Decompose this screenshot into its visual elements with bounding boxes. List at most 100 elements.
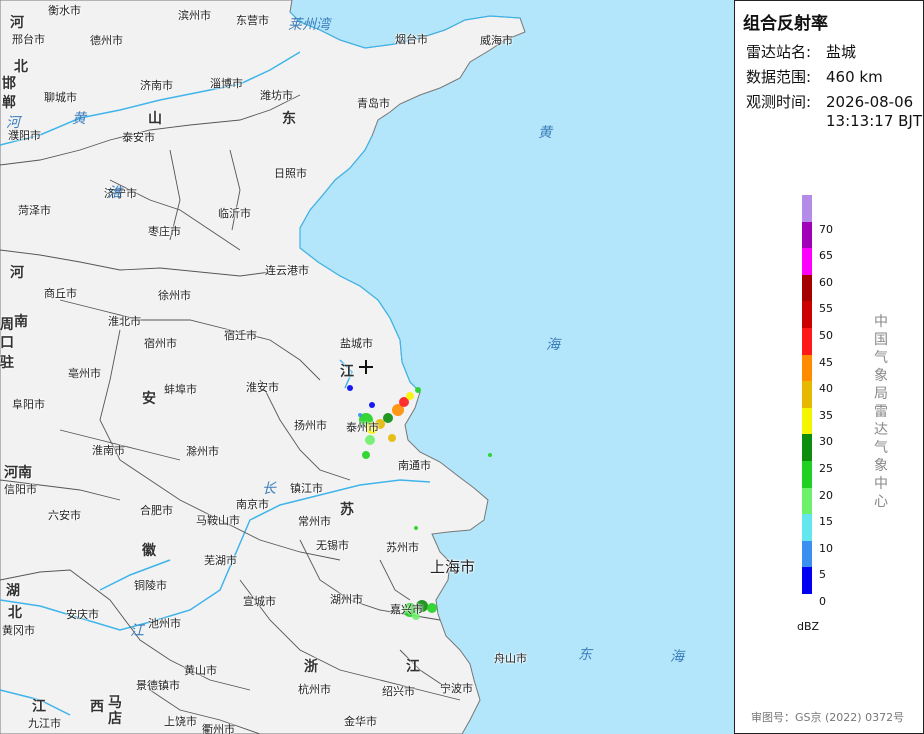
city-label: 黄山市 — [184, 664, 217, 677]
map-approval-number: 审图号：GS京 (2022) 0372号 — [751, 711, 905, 724]
city-label: 烟台市 — [395, 33, 428, 46]
legend-tick: 70 — [819, 222, 833, 236]
legend-tick: 65 — [819, 249, 833, 263]
city-label: 信阳市 — [4, 483, 37, 496]
echo-cell — [488, 453, 492, 457]
province-label: 河南 — [4, 465, 32, 481]
city-label: 南京市 — [236, 498, 269, 511]
city-label: 景德镇市 — [136, 679, 180, 692]
city-label: 济南市 — [140, 79, 173, 92]
time-date: 2026-08-06 — [826, 93, 914, 111]
legend-swatch — [802, 434, 812, 461]
city-label: 九江市 — [28, 717, 61, 730]
province-label: 南 — [14, 314, 28, 330]
legend-tick: 5 — [819, 568, 826, 582]
water-label: 淮 — [108, 185, 122, 201]
province-label: 北 — [8, 605, 22, 621]
city-label: 泰州市 — [346, 421, 379, 434]
water-label: 海 — [670, 649, 684, 665]
legend-swatch — [802, 248, 812, 275]
province-label: 河 — [10, 265, 24, 281]
city-label: 嘉兴市 — [390, 603, 423, 616]
city-label: 芜湖市 — [204, 554, 237, 567]
water-label: 河 — [6, 115, 20, 131]
city-label: 菏泽市 — [18, 204, 51, 217]
city-label: 威海市 — [480, 34, 513, 47]
radar-map[interactable]: 衡水市 滨州市 东营市 邢台市 德州市 烟台市 威海市 济南市 淄博市 潍坊市 聊城市 青岛市 泰安市日… — [0, 0, 734, 734]
legend-tick: 10 — [819, 541, 833, 555]
legend-tick: 60 — [819, 275, 833, 289]
echo-cell — [358, 413, 362, 417]
city-label: 绍兴市 — [382, 685, 415, 698]
legend-swatch — [802, 487, 812, 515]
echo-cell — [406, 392, 414, 400]
city-label: 宣城市 — [243, 595, 276, 608]
legend-tick: 55 — [819, 302, 833, 316]
city-label: 宁波市 — [440, 682, 473, 695]
echo-cell — [383, 413, 393, 423]
province-label: 江 — [406, 659, 420, 675]
city-label: 黄冈市 — [2, 624, 35, 637]
legend-tick: 50 — [819, 329, 833, 342]
legend-swatch — [802, 381, 812, 408]
legend-swatch — [802, 407, 812, 435]
water-label: 江 — [130, 623, 144, 639]
legend-swatch — [802, 567, 812, 594]
city-label: 滨州市 — [178, 9, 211, 22]
echo-cell — [365, 435, 375, 445]
legend-swatch — [802, 274, 812, 302]
city-label: 阜阳市 — [12, 398, 45, 411]
echo-cell — [362, 451, 370, 459]
water-label: 黄 — [72, 111, 86, 127]
time-clock: 13:13:17 BJT — [826, 112, 923, 130]
city-label: 淮南市 — [92, 444, 125, 457]
water-label: 黄 — [538, 125, 552, 141]
city-label: 金华市 — [344, 715, 377, 728]
legend-tick: 15 — [819, 515, 833, 529]
legend-unit: dBZ — [797, 620, 820, 633]
station-value: 盐城 — [826, 43, 857, 61]
legend-tick: 30 — [819, 435, 833, 449]
city-label: 连云港市 — [265, 264, 309, 277]
legend-swatch — [802, 540, 812, 568]
city-label: 池州市 — [148, 617, 181, 630]
province-label: 安 — [142, 391, 156, 407]
province-label: 店 — [108, 711, 122, 727]
city-label: 盐城市 — [340, 337, 373, 350]
province-label: 北 — [14, 59, 28, 75]
city-label: 宿迁市 — [224, 329, 257, 342]
city-label: 日照市 — [274, 167, 307, 180]
legend-tick: 20 — [819, 488, 833, 502]
city-label: 安庆市 — [66, 608, 99, 621]
city-label: 六安市 — [48, 509, 81, 522]
city-label: 淄博市 — [210, 77, 243, 90]
city-label: 蚌埠市 — [164, 383, 197, 396]
product-title: 组合反射率 — [743, 14, 828, 34]
legend-tick: 45 — [819, 355, 833, 369]
legend-swatch — [802, 327, 812, 355]
echo-cell — [388, 434, 396, 442]
city-label: 镇江市 — [290, 482, 323, 495]
legend-swatch — [802, 460, 812, 488]
city-label: 聊城市 — [44, 91, 77, 104]
city-label: 泰安市 — [122, 131, 155, 144]
city-label: 滁州市 — [186, 445, 219, 458]
province-label: 驻 — [0, 355, 14, 371]
province-label: 浙 — [304, 659, 318, 675]
water-label: 东 — [578, 647, 592, 663]
city-label: 扬州市 — [294, 419, 327, 432]
city-label: 亳州市 — [68, 367, 101, 380]
city-label: 合肥市 — [140, 504, 173, 517]
city-label: 上饶市 — [164, 715, 197, 728]
city-label: 徐州市 — [158, 289, 191, 302]
range-row: 数据范围: 460 km — [746, 68, 883, 87]
water-label: 长 — [262, 481, 276, 497]
province-label: 邯 — [2, 76, 16, 92]
city-label: 杭州市 — [298, 683, 331, 696]
city-label: 衢州市 — [202, 723, 235, 734]
legend-swatch — [802, 514, 812, 541]
legend-swatch — [802, 301, 812, 328]
legend-swatch — [802, 195, 812, 222]
city-label: 湖州市 — [330, 593, 363, 606]
echo-cell — [427, 603, 437, 613]
